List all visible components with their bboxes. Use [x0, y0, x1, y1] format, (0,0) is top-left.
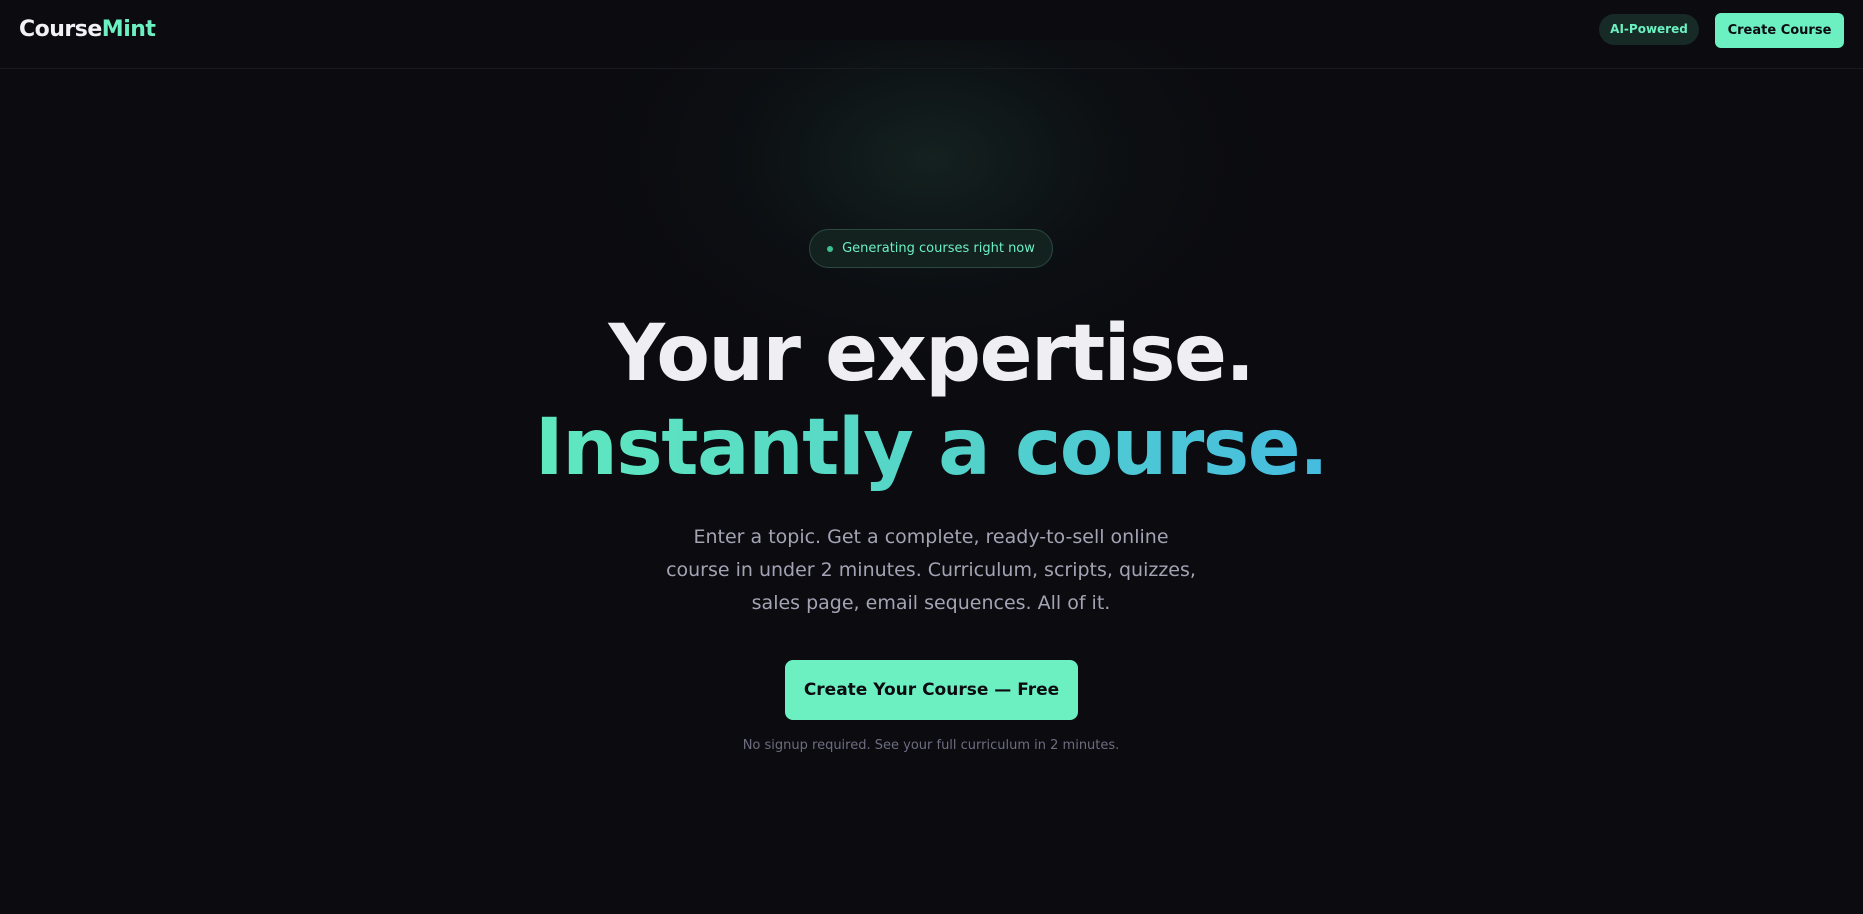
headline-line-1: Your expertise. [608, 309, 1255, 399]
logo-text-course: Course [19, 17, 102, 42]
status-pill: Generating courses right now [809, 229, 1053, 268]
status-text: Generating courses right now [842, 241, 1035, 256]
logo-text-mint: Mint [101, 17, 156, 42]
hero-subtext: Enter a topic. Get a complete, ready-to-… [666, 526, 1196, 614]
ai-powered-badge: AI-Powered [1599, 14, 1699, 45]
status-dot-icon [827, 245, 834, 252]
headline-line-2: Instantly a course. [431, 401, 1431, 495]
headline-gradient-text: Instantly a course. [534, 403, 1329, 493]
no-signup-note: No signup required. See your full curric… [742, 738, 1120, 753]
landing-page: CourseMint AI-Powered Create Course Gene… [0, 0, 1863, 914]
logo[interactable]: CourseMint [19, 16, 156, 44]
top-nav: CourseMint AI-Powered Create Course [0, 0, 1863, 69]
create-your-course-free-button[interactable]: Create Your Course — Free [785, 660, 1078, 720]
create-course-button[interactable]: Create Course [1715, 13, 1844, 48]
